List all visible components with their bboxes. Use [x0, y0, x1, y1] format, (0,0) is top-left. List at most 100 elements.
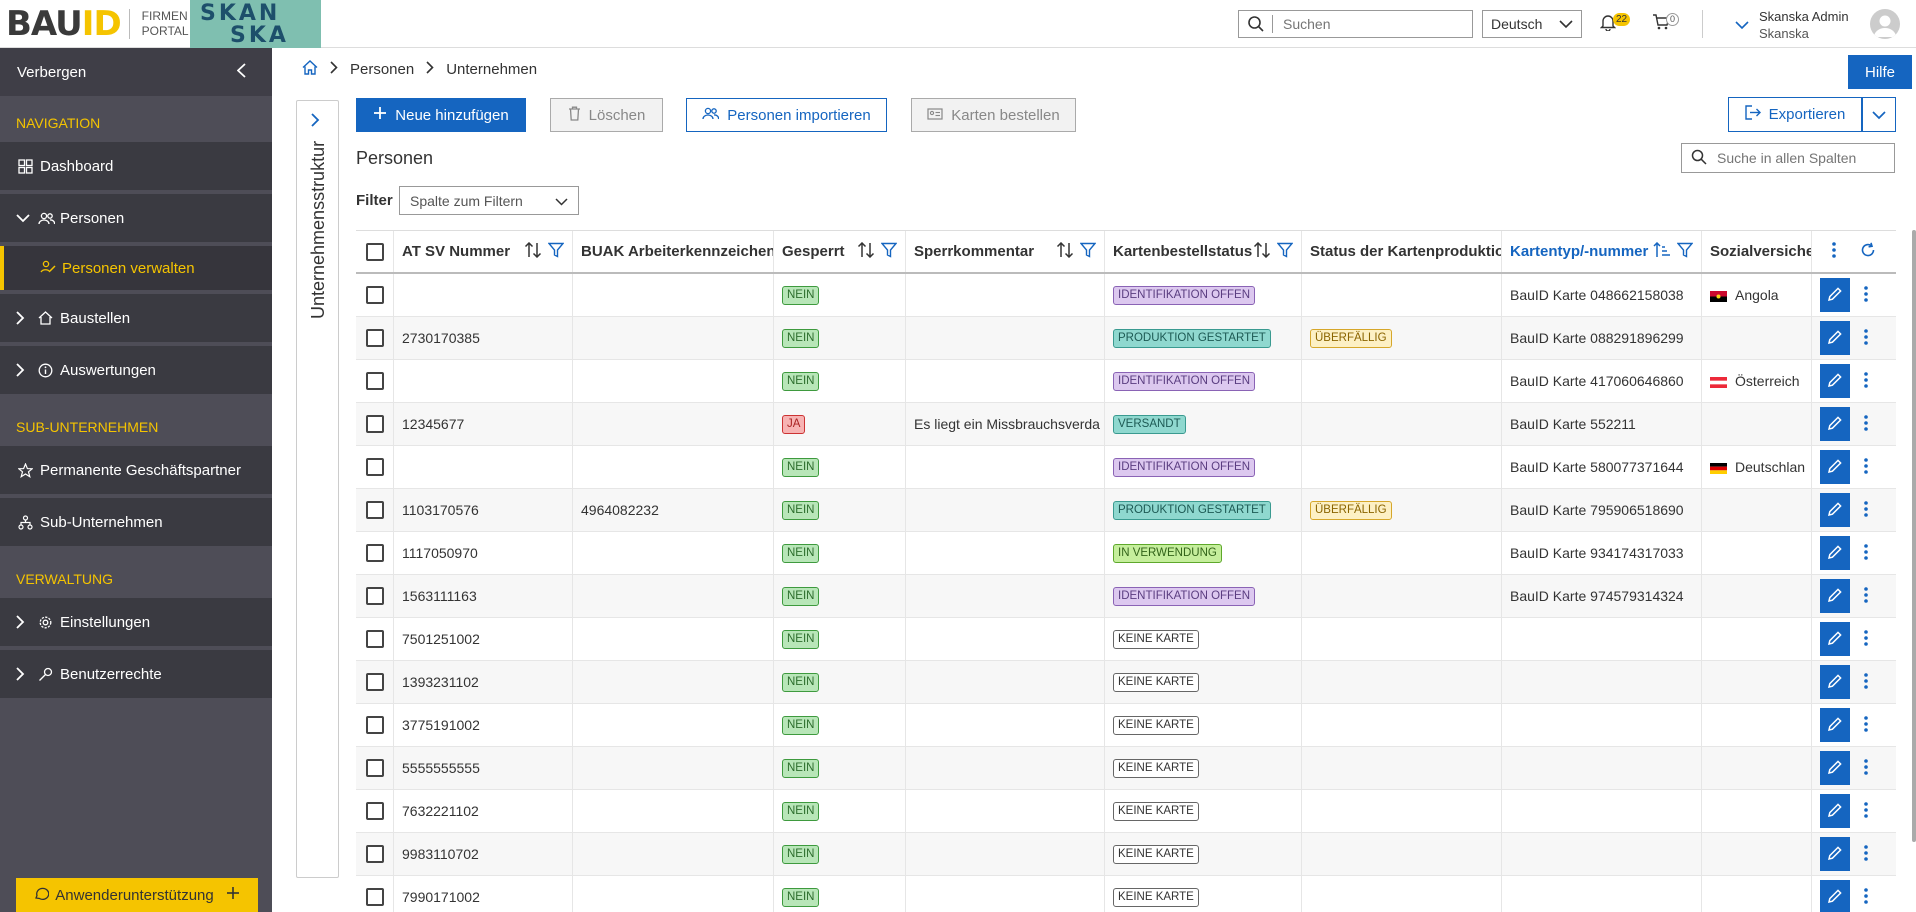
delete-button[interactable]: Löschen — [550, 98, 663, 132]
more-vertical-icon[interactable] — [1864, 844, 1868, 864]
edit-button[interactable] — [1820, 364, 1850, 398]
vertical-scrollbar[interactable] — [1912, 230, 1916, 842]
col-header-gesperrt[interactable]: Gesperrt — [774, 231, 906, 272]
edit-button[interactable] — [1820, 579, 1850, 613]
language-select[interactable]: Deutsch — [1482, 10, 1582, 38]
sidebar-item-partner[interactable]: Permanente Geschäftspartner — [0, 446, 272, 494]
col-header-sozial[interactable]: Sozialversicher — [1702, 231, 1812, 272]
filter-icon[interactable] — [1079, 242, 1097, 262]
col-header-kartentyp[interactable]: Kartentyp/-nummer — [1502, 231, 1702, 272]
global-search[interactable] — [1238, 10, 1473, 38]
sidebar-item-benutzerrechte[interactable]: Benutzerrechte — [0, 650, 272, 698]
refresh-icon[interactable] — [1860, 242, 1876, 262]
table-row[interactable]: 1393231102 NEIN KEINE KARTE — [356, 661, 1896, 704]
edit-button[interactable] — [1820, 665, 1850, 699]
row-checkbox[interactable] — [365, 372, 384, 390]
edit-button[interactable] — [1820, 794, 1850, 828]
col-header-bestellstatus[interactable]: Kartenbestellstatus — [1105, 231, 1302, 272]
row-checkbox[interactable] — [365, 458, 384, 476]
export-button[interactable]: Exportieren — [1728, 97, 1862, 132]
more-vertical-icon[interactable] — [1832, 241, 1836, 262]
company-structure-panel[interactable]: Unternehmensstruktur — [296, 100, 339, 878]
edit-button[interactable] — [1820, 278, 1850, 312]
sidebar-item-personen-verwalten[interactable]: Personen verwalten — [0, 246, 272, 290]
more-vertical-icon[interactable] — [1864, 715, 1868, 735]
sort-icon[interactable] — [1253, 241, 1271, 262]
sidebar-item-baustellen[interactable]: Baustellen — [0, 294, 272, 342]
edit-button[interactable] — [1820, 622, 1850, 656]
more-vertical-icon[interactable] — [1864, 457, 1868, 477]
more-vertical-icon[interactable] — [1864, 887, 1868, 907]
more-vertical-icon[interactable] — [1864, 414, 1868, 434]
row-checkbox[interactable] — [365, 802, 384, 820]
more-vertical-icon[interactable] — [1864, 500, 1868, 520]
row-checkbox[interactable] — [365, 587, 384, 605]
more-vertical-icon[interactable] — [1864, 586, 1868, 606]
home-icon[interactable] — [302, 60, 318, 79]
breadcrumb-personen[interactable]: Personen — [350, 61, 414, 78]
filter-column-select[interactable]: Spalte zum Filtern — [399, 186, 579, 215]
sort-icon[interactable] — [857, 241, 875, 262]
more-vertical-icon[interactable] — [1864, 371, 1868, 391]
row-checkbox[interactable] — [365, 286, 384, 304]
row-checkbox[interactable] — [365, 630, 384, 648]
table-row[interactable]: 7990171002 NEIN KEINE KARTE — [356, 876, 1896, 912]
more-vertical-icon[interactable] — [1864, 672, 1868, 692]
add-new-button[interactable]: Neue hinzufügen — [356, 98, 526, 132]
column-search-input[interactable] — [1717, 150, 1887, 166]
more-vertical-icon[interactable] — [1864, 328, 1868, 348]
global-search-input[interactable] — [1273, 16, 1463, 32]
edit-button[interactable] — [1820, 407, 1850, 441]
sidebar-item-einstellungen[interactable]: Einstellungen — [0, 598, 272, 646]
table-row[interactable]: 12345677 JA Es liegt ein Missbrauchsverda V… — [356, 403, 1896, 446]
table-row[interactable]: 1117050970 NEIN IN VERWENDUNG BauID Karte 9… — [356, 532, 1896, 575]
table-row[interactable]: NEIN IDENTIFIKATION OFFEN BauID Karte 4170… — [356, 360, 1896, 403]
col-header-kommentar[interactable]: Sperrkommentar — [906, 231, 1105, 272]
filter-icon[interactable] — [1676, 242, 1694, 262]
row-checkbox[interactable] — [365, 716, 384, 734]
sidebar-item-personen[interactable]: Personen — [0, 194, 272, 242]
filter-icon[interactable] — [880, 242, 898, 262]
table-row[interactable]: 7632221102 NEIN KEINE KARTE — [356, 790, 1896, 833]
filter-icon[interactable] — [547, 242, 565, 262]
row-checkbox[interactable] — [365, 888, 384, 906]
row-checkbox[interactable] — [365, 759, 384, 777]
chevron-right-icon[interactable] — [311, 113, 320, 130]
row-checkbox[interactable] — [365, 501, 384, 519]
row-checkbox[interactable] — [365, 673, 384, 691]
edit-button[interactable] — [1820, 751, 1850, 785]
sidebar-item-subunternehmen[interactable]: Sub-Unternehmen — [0, 498, 272, 546]
avatar[interactable] — [1870, 9, 1900, 39]
sort-ascending-icon[interactable] — [1653, 241, 1671, 262]
edit-button[interactable] — [1820, 837, 1850, 871]
order-cards-button[interactable]: Karten bestellen — [911, 98, 1076, 132]
more-vertical-icon[interactable] — [1864, 758, 1868, 778]
bauid-logo[interactable]: BAUID FIRMEN PORTAL — [0, 0, 189, 48]
edit-button[interactable] — [1820, 493, 1850, 527]
select-all-checkbox[interactable] — [365, 242, 384, 261]
sidebar-hide-toggle[interactable]: Verbergen — [0, 48, 272, 96]
user-menu[interactable]: Skanska Admin Skanska — [1733, 8, 1849, 42]
export-dropdown-button[interactable] — [1862, 97, 1896, 132]
col-header-sv[interactable]: AT SV Nummer — [394, 231, 573, 272]
help-button[interactable]: Hilfe — [1848, 55, 1912, 89]
import-persons-button[interactable]: Personen importieren — [686, 98, 887, 132]
more-vertical-icon[interactable] — [1864, 543, 1868, 563]
edit-button[interactable] — [1820, 536, 1850, 570]
edit-button[interactable] — [1820, 880, 1850, 912]
col-header-buak[interactable]: BUAK Arbeiterkennzeichen ( — [573, 231, 774, 272]
row-checkbox[interactable] — [365, 544, 384, 562]
row-checkbox[interactable] — [365, 415, 384, 433]
column-search[interactable] — [1681, 143, 1895, 173]
more-vertical-icon[interactable] — [1864, 801, 1868, 821]
edit-button[interactable] — [1820, 321, 1850, 355]
row-checkbox[interactable] — [365, 329, 384, 347]
edit-button[interactable] — [1820, 450, 1850, 484]
table-row[interactable]: 5555555555 NEIN KEINE KARTE — [356, 747, 1896, 790]
table-row[interactable]: 7501251002 NEIN KEINE KARTE — [356, 618, 1896, 661]
table-row[interactable]: 2730170385 NEIN PRODUKTION GESTARTET ÜBERFÄ… — [356, 317, 1896, 360]
row-checkbox[interactable] — [365, 845, 384, 863]
support-button[interactable]: Anwenderunterstützung — [16, 878, 258, 912]
edit-button[interactable] — [1820, 708, 1850, 742]
table-row[interactable]: 1103170576 4964082232 NEIN PRODUKTION GESTA… — [356, 489, 1896, 532]
